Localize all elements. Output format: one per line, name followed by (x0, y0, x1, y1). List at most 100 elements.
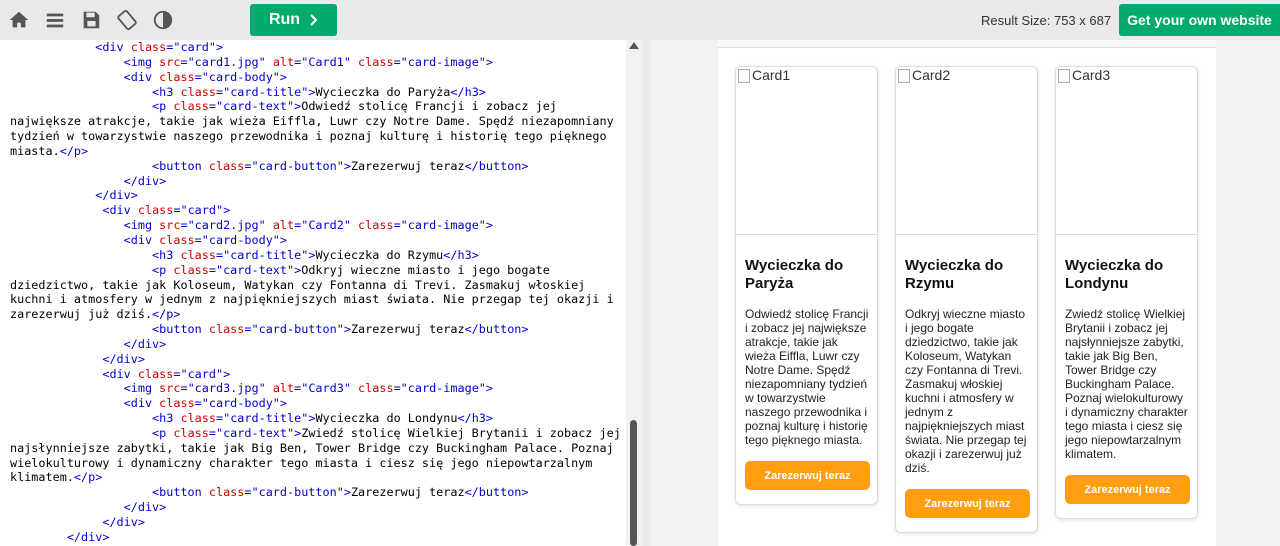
code-line[interactable]: <h3 class="card-title">Wycieczka do Pary… (10, 85, 625, 100)
editor-scrollbar[interactable] (626, 40, 642, 546)
result-size: Result Size: 753 x 687 (981, 13, 1112, 28)
code-token: > (343, 485, 351, 500)
code-token: <div (102, 203, 138, 218)
rotate-layout-icon[interactable] (110, 0, 144, 40)
code-line[interactable]: <p class="card-text">Zwiedź stolicę Wiel… (10, 426, 625, 441)
run-button[interactable]: Run (250, 4, 337, 36)
code-line[interactable]: <div class="card"> (10, 367, 625, 382)
code-token: ="card2.jpg" (180, 218, 273, 233)
card-image-alt: Card2 (912, 67, 951, 83)
scroll-up-arrow-icon[interactable] (629, 42, 639, 49)
code-token: ="card-button" (244, 158, 344, 173)
code-token: <div (95, 40, 131, 54)
chevron-right-icon (310, 14, 318, 26)
code-token: ="card1.jpg" (180, 54, 273, 69)
code-token: zarezerwuj już dziś. (10, 307, 153, 322)
code-line[interactable]: klimatem.</p> (10, 470, 625, 485)
code-line[interactable]: <h3 class="card-title">Wycieczka do Lond… (10, 411, 625, 426)
code-token: > (215, 40, 224, 54)
code-token: ="Card3" (294, 381, 359, 396)
code-token: class (208, 485, 245, 500)
code-token: > (279, 232, 288, 247)
card-image: Card3 (1056, 67, 1197, 235)
card-title: Wycieczka do Londynu (1065, 257, 1164, 292)
code-line[interactable]: tydzień w towarzystwie naszego przewodni… (10, 129, 625, 144)
code-editor[interactable]: <div class="card"> <img src="card1.jpg" … (0, 40, 642, 546)
code-line[interactable]: </div> (10, 500, 625, 515)
code-token: </div> (95, 188, 138, 203)
code-token: class (358, 54, 394, 69)
code-token: klimatem. (10, 470, 74, 485)
menu-icon[interactable] (38, 0, 72, 40)
pane-divider[interactable] (642, 40, 650, 546)
code-token: </div> (66, 529, 110, 544)
code-line[interactable]: <div class="card"> (10, 40, 625, 55)
code-line[interactable]: <button class="card-button">Zarezerwuj t… (10, 322, 625, 337)
code-line[interactable]: miasta.</p> (10, 144, 625, 159)
code-line[interactable]: <button class="card-button">Zarezerwuj t… (10, 485, 625, 500)
code-line[interactable]: <img src="card1.jpg" alt="Card1" class="… (10, 55, 625, 70)
code-token: src (159, 54, 181, 69)
code-token: ="card-title" (215, 247, 309, 262)
scroll-thumb[interactable] (630, 420, 637, 546)
code-token: ="card-text" (208, 99, 295, 114)
code-token: </div> (102, 351, 145, 366)
code-token: ="card" (166, 40, 216, 54)
code-line[interactable]: <p class="card-text">Odkryj wieczne mias… (10, 263, 625, 278)
code-token: alt (272, 381, 295, 396)
code-line[interactable]: </div> (10, 352, 625, 367)
code-line[interactable]: <img src="card2.jpg" alt="Card2" class="… (10, 218, 625, 233)
code-token: miasta. (10, 143, 60, 158)
code-line[interactable]: </div> (10, 530, 625, 545)
code-line[interactable]: </div> (10, 174, 625, 189)
code-line[interactable]: <div class="card-body"> (10, 70, 625, 85)
code-line[interactable]: dziedzictwo, takie jak Koloseum, Watykan… (10, 278, 625, 293)
code-line[interactable]: <button class="card-button">Zarezerwuj t… (10, 159, 625, 174)
code-line[interactable]: <p class="card-text">Odwiedź stolicę Fra… (10, 99, 625, 114)
code-line[interactable]: </div> (10, 188, 625, 203)
code-token: ="card-body" (194, 69, 280, 84)
get-own-website-button[interactable]: Get your own website (1119, 4, 1280, 36)
code-token: Wycieczka do Rzymu (315, 247, 444, 262)
theme-contrast-icon[interactable] (146, 0, 180, 40)
code-token: <h3 (152, 411, 181, 426)
card-book-button[interactable]: Zarezerwuj teraz (1065, 475, 1190, 504)
code-token: tydzień w towarzystwie naszego przewodni… (10, 129, 607, 144)
code-line[interactable]: </div> (10, 515, 625, 530)
code-token: <p (152, 262, 174, 277)
code-token: ="card-text" (208, 262, 295, 277)
code-line[interactable]: zarezerwuj już dziś.</p> (10, 307, 625, 322)
code-line[interactable]: największe atrakcje, takie jak wieża Eif… (10, 114, 625, 129)
code-token: ="card-image" (393, 218, 486, 233)
card-book-button[interactable]: Zarezerwuj teraz (745, 461, 870, 490)
code-token: class (208, 158, 245, 173)
card-book-button[interactable]: Zarezerwuj teraz (905, 489, 1030, 518)
code-line[interactable]: najsłynniejsze zabytki, takie jak Big Be… (10, 441, 625, 456)
code-token: src (159, 218, 181, 233)
save-icon[interactable] (74, 0, 108, 40)
code-line[interactable]: wielokulturowy i dynamiczny charakter te… (10, 456, 625, 471)
card-image: Card2 (896, 67, 1037, 235)
code-line[interactable]: <img src="card3.jpg" alt="Card3" class="… (10, 381, 625, 396)
code-token: Odkryj wieczne miasto i jego bogate (301, 262, 550, 277)
code-content[interactable]: <div class="card"> <img src="card1.jpg" … (10, 40, 625, 545)
code-line[interactable]: <h3 class="card-title">Wycieczka do Rzym… (10, 248, 625, 263)
code-token: class (130, 40, 167, 54)
code-token: ="card-body" (194, 232, 280, 247)
code-token: class (180, 84, 216, 99)
code-token: ="Card1" (294, 54, 359, 69)
code-line[interactable]: <div class="card-body"> (10, 396, 625, 411)
code-line[interactable]: <div class="card-body"> (10, 233, 625, 248)
code-token: <img (123, 54, 160, 69)
code-token: Zarezerwuj teraz (350, 322, 465, 337)
home-icon[interactable] (2, 0, 36, 40)
code-line[interactable]: kuchni i atmosfery w jednym z najpięknie… (10, 292, 625, 307)
code-line[interactable]: <div class="card"> (10, 203, 625, 218)
code-token: <div (123, 69, 160, 84)
code-line[interactable]: </div> (10, 337, 625, 352)
